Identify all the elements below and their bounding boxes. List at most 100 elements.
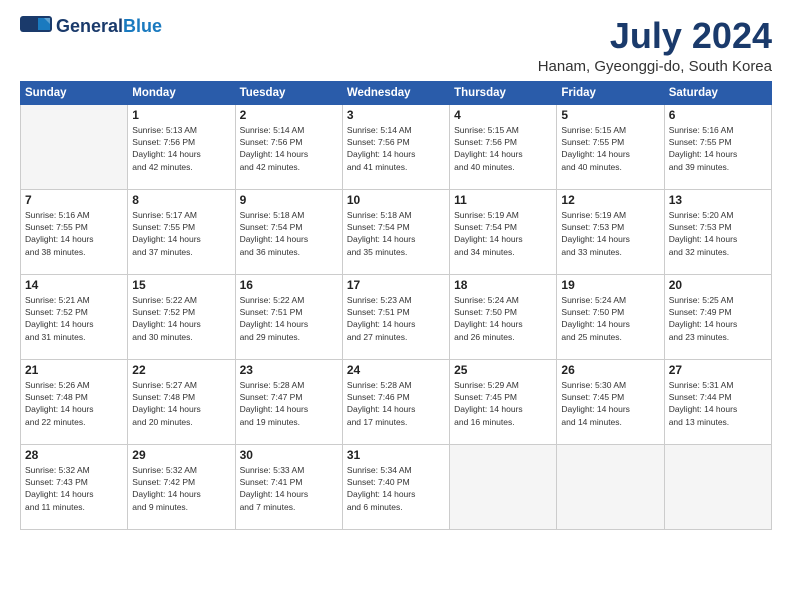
calendar-cell: 24 Sunrise: 5:28 AM Sunset: 7:46 PM Dayli… xyxy=(342,359,449,444)
calendar-cell: 19Sunrise: 5:24 AM Sunset: 7:50 PM Dayli… xyxy=(557,274,664,359)
calendar-cell: 1Sunrise: 5:13 AM Sunset: 7:56 PM Daylig… xyxy=(128,104,235,189)
logo-general: General xyxy=(56,16,123,36)
calendar-cell: 16 Sunrise: 5:22 AM Sunset: 7:51 PM Dayli… xyxy=(235,274,342,359)
day-number: 24 xyxy=(347,363,445,377)
day-number: 29 xyxy=(132,448,230,462)
calendar-cell: 10 Sunrise: 5:18 AM Sunset: 7:54 PM Dayli… xyxy=(342,189,449,274)
day-number: 20 xyxy=(669,278,767,292)
calendar-cell xyxy=(450,444,557,529)
day-number: 14 xyxy=(25,278,123,292)
cell-info: Sunrise: 5:21 AM Sunset: 7:52 PM Dayligh… xyxy=(25,294,123,343)
calendar-cell: 6 Sunrise: 5:16 AM Sunset: 7:55 PM Daylig… xyxy=(664,104,771,189)
day-number: 16 xyxy=(240,278,338,292)
day-number: 4 xyxy=(454,108,552,122)
calendar-cell: 25Sunrise: 5:29 AM Sunset: 7:45 PM Dayli… xyxy=(450,359,557,444)
day-number: 7 xyxy=(25,193,123,207)
col-sunday: Sunday xyxy=(21,81,128,104)
cell-info: Sunrise: 5:31 AM Sunset: 7:44 PM Dayligh… xyxy=(669,379,767,428)
calendar-week-2: 7Sunrise: 5:16 AM Sunset: 7:55 PM Daylig… xyxy=(21,189,772,274)
calendar-cell: 30 Sunrise: 5:33 AM Sunset: 7:41 PM Dayli… xyxy=(235,444,342,529)
cell-info: Sunrise: 5:18 AM Sunset: 7:54 PM Dayligh… xyxy=(240,209,338,258)
calendar-cell: 4 Sunrise: 5:15 AM Sunset: 7:56 PM Daylig… xyxy=(450,104,557,189)
cell-info: Sunrise: 5:25 AM Sunset: 7:49 PM Dayligh… xyxy=(669,294,767,343)
calendar-cell: 12 Sunrise: 5:19 AM Sunset: 7:53 PM Dayli… xyxy=(557,189,664,274)
location: Hanam, Gyeonggi-do, South Korea xyxy=(538,58,772,75)
day-number: 10 xyxy=(347,193,445,207)
day-number: 12 xyxy=(561,193,659,207)
calendar-cell: 18Sunrise: 5:24 AM Sunset: 7:50 PM Dayli… xyxy=(450,274,557,359)
calendar-cell: 21 Sunrise: 5:26 AM Sunset: 7:48 PM Dayli… xyxy=(21,359,128,444)
calendar-cell: 17Sunrise: 5:23 AM Sunset: 7:51 PM Dayli… xyxy=(342,274,449,359)
day-number: 23 xyxy=(240,363,338,377)
day-number: 6 xyxy=(669,108,767,122)
calendar-cell: 2Sunrise: 5:14 AM Sunset: 7:56 PM Daylig… xyxy=(235,104,342,189)
calendar-cell: 27 Sunrise: 5:31 AM Sunset: 7:44 PM Dayli… xyxy=(664,359,771,444)
day-number: 31 xyxy=(347,448,445,462)
cell-info: Sunrise: 5:23 AM Sunset: 7:51 PM Dayligh… xyxy=(347,294,445,343)
cell-info: Sunrise: 5:30 AM Sunset: 7:45 PM Dayligh… xyxy=(561,379,659,428)
cell-info: Sunrise: 5:28 AM Sunset: 7:46 PM Dayligh… xyxy=(347,379,445,428)
calendar-cell: 22Sunrise: 5:27 AM Sunset: 7:48 PM Dayli… xyxy=(128,359,235,444)
cell-info: Sunrise: 5:32 AM Sunset: 7:43 PM Dayligh… xyxy=(25,464,123,513)
calendar-cell: 5 Sunrise: 5:15 AM Sunset: 7:55 PM Daylig… xyxy=(557,104,664,189)
cell-info: Sunrise: 5:18 AM Sunset: 7:54 PM Dayligh… xyxy=(347,209,445,258)
calendar-week-4: 21 Sunrise: 5:26 AM Sunset: 7:48 PM Dayli… xyxy=(21,359,772,444)
cell-info: Sunrise: 5:14 AM Sunset: 7:56 PM Dayligh… xyxy=(347,124,445,173)
calendar-cell: 28 Sunrise: 5:32 AM Sunset: 7:43 PM Dayli… xyxy=(21,444,128,529)
day-number: 18 xyxy=(454,278,552,292)
logo-icon xyxy=(20,16,52,38)
cell-info: Sunrise: 5:33 AM Sunset: 7:41 PM Dayligh… xyxy=(240,464,338,513)
cell-info: Sunrise: 5:15 AM Sunset: 7:56 PM Dayligh… xyxy=(454,124,552,173)
calendar-cell: 13Sunrise: 5:20 AM Sunset: 7:53 PM Dayli… xyxy=(664,189,771,274)
day-number: 8 xyxy=(132,193,230,207)
day-number: 26 xyxy=(561,363,659,377)
cell-info: Sunrise: 5:19 AM Sunset: 7:53 PM Dayligh… xyxy=(561,209,659,258)
calendar-cell: 31Sunrise: 5:34 AM Sunset: 7:40 PM Dayli… xyxy=(342,444,449,529)
cell-info: Sunrise: 5:17 AM Sunset: 7:55 PM Dayligh… xyxy=(132,209,230,258)
month-title: July 2024 xyxy=(538,16,772,56)
calendar-cell: 3Sunrise: 5:14 AM Sunset: 7:56 PM Daylig… xyxy=(342,104,449,189)
col-thursday: Thursday xyxy=(450,81,557,104)
day-number: 25 xyxy=(454,363,552,377)
calendar-header-row: Sunday Monday Tuesday Wednesday Thursday… xyxy=(21,81,772,104)
calendar-week-3: 14 Sunrise: 5:21 AM Sunset: 7:52 PM Dayli… xyxy=(21,274,772,359)
day-number: 15 xyxy=(132,278,230,292)
cell-info: Sunrise: 5:19 AM Sunset: 7:54 PM Dayligh… xyxy=(454,209,552,258)
day-number: 27 xyxy=(669,363,767,377)
calendar-cell: 14 Sunrise: 5:21 AM Sunset: 7:52 PM Dayli… xyxy=(21,274,128,359)
calendar-cell: 9 Sunrise: 5:18 AM Sunset: 7:54 PM Daylig… xyxy=(235,189,342,274)
page: GeneralBlue July 2024 Hanam, Gyeonggi-do… xyxy=(0,0,792,612)
day-number: 28 xyxy=(25,448,123,462)
day-number: 30 xyxy=(240,448,338,462)
calendar-cell: 23 Sunrise: 5:28 AM Sunset: 7:47 PM Dayli… xyxy=(235,359,342,444)
calendar-cell xyxy=(664,444,771,529)
calendar-cell: 7Sunrise: 5:16 AM Sunset: 7:55 PM Daylig… xyxy=(21,189,128,274)
header: GeneralBlue July 2024 Hanam, Gyeonggi-do… xyxy=(20,16,772,75)
cell-info: Sunrise: 5:32 AM Sunset: 7:42 PM Dayligh… xyxy=(132,464,230,513)
calendar-cell xyxy=(21,104,128,189)
logo: GeneralBlue xyxy=(20,16,162,38)
logo-blue-text: Blue xyxy=(123,16,162,36)
calendar-cell: 15 Sunrise: 5:22 AM Sunset: 7:52 PM Dayli… xyxy=(128,274,235,359)
col-friday: Friday xyxy=(557,81,664,104)
cell-info: Sunrise: 5:13 AM Sunset: 7:56 PM Dayligh… xyxy=(132,124,230,173)
calendar-week-5: 28 Sunrise: 5:32 AM Sunset: 7:43 PM Dayli… xyxy=(21,444,772,529)
cell-info: Sunrise: 5:28 AM Sunset: 7:47 PM Dayligh… xyxy=(240,379,338,428)
day-number: 11 xyxy=(454,193,552,207)
cell-info: Sunrise: 5:15 AM Sunset: 7:55 PM Dayligh… xyxy=(561,124,659,173)
day-number: 19 xyxy=(561,278,659,292)
calendar-week-1: 1Sunrise: 5:13 AM Sunset: 7:56 PM Daylig… xyxy=(21,104,772,189)
day-number: 9 xyxy=(240,193,338,207)
calendar-cell: 20 Sunrise: 5:25 AM Sunset: 7:49 PM Dayli… xyxy=(664,274,771,359)
day-number: 22 xyxy=(132,363,230,377)
cell-info: Sunrise: 5:26 AM Sunset: 7:48 PM Dayligh… xyxy=(25,379,123,428)
day-number: 21 xyxy=(25,363,123,377)
calendar-cell: 11 Sunrise: 5:19 AM Sunset: 7:54 PM Dayli… xyxy=(450,189,557,274)
calendar-cell: 26 Sunrise: 5:30 AM Sunset: 7:45 PM Dayli… xyxy=(557,359,664,444)
col-monday: Monday xyxy=(128,81,235,104)
calendar-cell: 8 Sunrise: 5:17 AM Sunset: 7:55 PM Daylig… xyxy=(128,189,235,274)
day-number: 5 xyxy=(561,108,659,122)
cell-info: Sunrise: 5:16 AM Sunset: 7:55 PM Dayligh… xyxy=(669,124,767,173)
cell-info: Sunrise: 5:22 AM Sunset: 7:51 PM Dayligh… xyxy=(240,294,338,343)
cell-info: Sunrise: 5:22 AM Sunset: 7:52 PM Dayligh… xyxy=(132,294,230,343)
